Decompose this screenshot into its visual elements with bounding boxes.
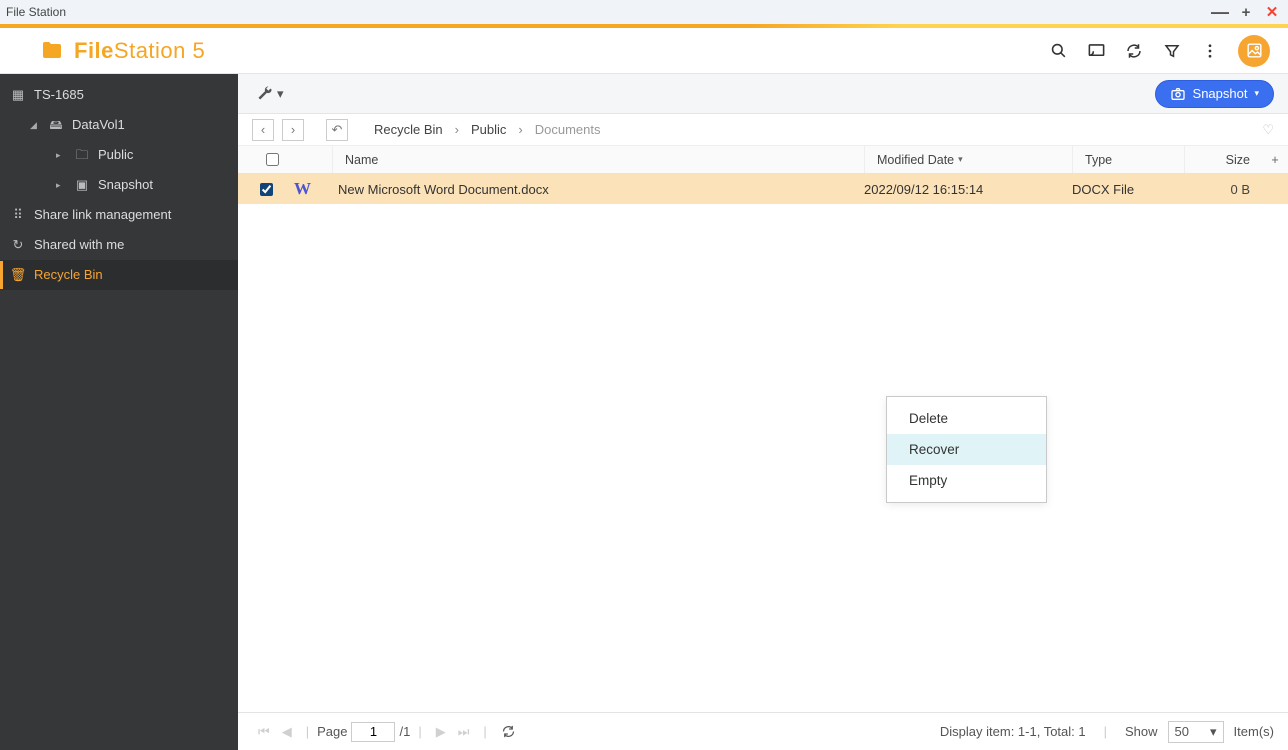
folder-outline-icon: 🗀: [74, 146, 90, 164]
close-icon[interactable]: ✕: [1264, 4, 1280, 20]
word-file-icon: W: [294, 179, 311, 198]
items-label: Item(s): [1234, 724, 1274, 739]
nav-forward-button[interactable]: ›: [282, 119, 304, 141]
sort-desc-icon: ▾: [958, 154, 963, 165]
sidebar-item-label: Share link management: [34, 206, 171, 224]
page-prev-button[interactable]: ◀: [276, 724, 298, 740]
chevron-right-icon: ›: [514, 122, 526, 137]
brand: FileStation 5: [40, 38, 205, 64]
cast-icon[interactable]: [1086, 41, 1106, 61]
snapshot-icon: ▣: [74, 176, 90, 194]
show-label: Show: [1125, 724, 1158, 739]
sidebar-item-label: DataVol1: [72, 116, 125, 134]
chevron-down-icon: ▾: [1210, 724, 1217, 740]
caret-right-icon: ▸: [56, 176, 66, 194]
page-total: /1: [399, 724, 410, 739]
folder-icon: [40, 39, 64, 63]
page-size-select[interactable]: 50▾: [1168, 721, 1224, 743]
account-button[interactable]: [1238, 35, 1270, 67]
row-checkbox[interactable]: [260, 183, 273, 196]
chevron-right-icon: ›: [451, 122, 463, 137]
context-menu: Delete Recover Empty: [886, 396, 1047, 503]
caret-right-icon: ▸: [56, 146, 66, 164]
page-first-button[interactable]: ⏮: [252, 724, 276, 740]
sidebar-item-label: Recycle Bin: [34, 266, 103, 284]
sidebar-item-public[interactable]: ▸ 🗀 Public: [0, 140, 238, 170]
brand-text: FileStation 5: [74, 38, 205, 64]
refresh-icon[interactable]: [1124, 41, 1144, 61]
maximize-icon[interactable]: +: [1238, 4, 1254, 20]
chevron-down-icon: ▾: [1254, 88, 1259, 99]
context-menu-delete[interactable]: Delete: [887, 403, 1046, 434]
filter-icon[interactable]: [1162, 41, 1182, 61]
chevron-down-icon: ▾: [277, 86, 284, 102]
tools-menu[interactable]: ▾: [256, 85, 284, 102]
sidebar: ▦ TS-1685 ◢ 🖴 DataVol1 ▸ 🗀 Public ▸ ▣ Sn…: [0, 74, 238, 750]
sidebar-item-shared-with-me[interactable]: ↻ Shared with me: [0, 230, 238, 260]
app-header: FileStation 5: [0, 28, 1288, 74]
sidebar-item-label: Snapshot: [98, 176, 153, 194]
breadcrumb-item[interactable]: Recycle Bin: [374, 122, 443, 137]
add-column-button[interactable]: +: [1262, 153, 1288, 167]
row-name: New Microsoft Word Document.docx: [332, 182, 864, 197]
row-modified: 2022/09/12 16:15:14: [864, 182, 1072, 197]
recycle-icon: 🗑: [10, 266, 26, 284]
snapshot-button[interactable]: Snapshot ▾: [1155, 80, 1274, 108]
table-row[interactable]: W New Microsoft Word Document.docx 2022/…: [238, 174, 1288, 204]
sidebar-item-volume[interactable]: ◢ 🖴 DataVol1: [0, 110, 238, 140]
page-last-button[interactable]: ⏭: [452, 724, 476, 740]
page-refresh-button[interactable]: [495, 724, 522, 739]
page-label: Page: [317, 724, 347, 739]
sidebar-item-label: Shared with me: [34, 236, 124, 254]
breadcrumb: ‹ › ↶ Recycle Bin › Public › Documents ♡: [238, 114, 1288, 146]
toolbar: ▾ Snapshot ▾: [238, 74, 1288, 114]
sidebar-item-nas[interactable]: ▦ TS-1685: [0, 80, 238, 110]
display-info: Display item: 1-1, Total: 1: [940, 724, 1086, 739]
favorite-icon[interactable]: ♡: [1262, 122, 1274, 138]
caret-down-icon: ◢: [30, 116, 40, 134]
sidebar-item-snapshot[interactable]: ▸ ▣ Snapshot: [0, 170, 238, 200]
column-type[interactable]: Type: [1072, 146, 1184, 173]
table-header: Name Modified Date▾ Type Size +: [238, 146, 1288, 174]
content: ▾ Snapshot ▾ ‹ › ↶ Recycle Bin › Public …: [238, 74, 1288, 750]
breadcrumb-item[interactable]: Public: [471, 122, 506, 137]
nav-back-button[interactable]: ‹: [252, 119, 274, 141]
column-modified[interactable]: Modified Date▾: [864, 146, 1072, 173]
nas-icon: ▦: [10, 86, 26, 104]
snapshot-label: Snapshot: [1193, 86, 1248, 101]
minimize-icon[interactable]: —: [1212, 4, 1228, 20]
context-menu-empty[interactable]: Empty: [887, 465, 1046, 496]
page-next-button[interactable]: ▶: [430, 724, 452, 740]
shared-icon: ↻: [10, 236, 26, 254]
window-titlebar: File Station — + ✕: [0, 0, 1288, 24]
sidebar-item-recycle-bin[interactable]: 🗑 Recycle Bin: [0, 260, 238, 290]
row-type: DOCX File: [1072, 182, 1184, 197]
page-input[interactable]: [351, 722, 395, 742]
sidebar-item-share-link[interactable]: ⠿ Share link management: [0, 200, 238, 230]
sidebar-item-label: Public: [98, 146, 133, 164]
breadcrumb-current: Documents: [535, 122, 601, 137]
select-all-checkbox[interactable]: [266, 153, 279, 166]
nav-up-button[interactable]: ↶: [326, 119, 348, 141]
drive-icon: 🖴: [48, 116, 64, 134]
column-name[interactable]: Name: [332, 146, 864, 173]
context-menu-recover[interactable]: Recover: [887, 434, 1046, 465]
row-size: 0 B: [1184, 182, 1262, 197]
share-icon: ⠿: [10, 206, 26, 224]
column-size[interactable]: Size: [1184, 146, 1262, 173]
sidebar-item-label: TS-1685: [34, 86, 84, 104]
more-icon[interactable]: [1200, 41, 1220, 61]
pager: ⏮ ◀ | Page /1 | ▶ ⏭ | Display item: 1-1,…: [238, 712, 1288, 750]
window-title: File Station: [6, 5, 66, 19]
search-icon[interactable]: [1048, 41, 1068, 61]
